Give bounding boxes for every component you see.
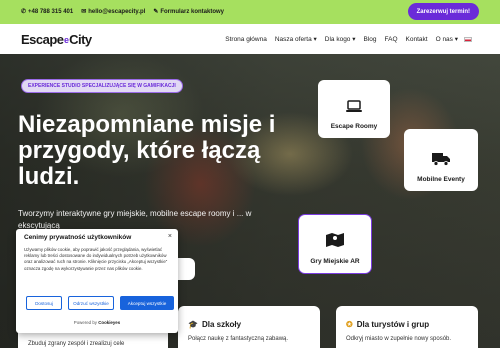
close-icon[interactable]: × <box>168 233 172 240</box>
audience-card-title-text: Dla szkoły <box>201 320 242 329</box>
contact-form-link[interactable]: ✎ Formularz kontaktowy <box>153 8 224 16</box>
map-icon <box>326 233 344 247</box>
accept-all-button[interactable]: Akceptuj wszystkie <box>120 296 174 310</box>
polish-flag-icon[interactable] <box>464 36 472 42</box>
logo-text-left: Escape <box>21 32 64 47</box>
audience-card-schools[interactable]: 🎓 Dla szkoły Połącz naukę z fantastyczną… <box>178 306 320 348</box>
phone-text: +48 788 315 401 <box>28 9 74 15</box>
logo-text-right: City <box>69 32 92 47</box>
powered-by-prefix: Powered by <box>73 320 97 325</box>
graduation-cap-icon: 🎓 <box>188 320 198 329</box>
nav-item-about[interactable]: O nas ▾ <box>436 35 458 43</box>
audience-card-desc: Zbuduj zgrany zespół i zrealizuj cele <box>28 341 125 347</box>
phone-link[interactable]: ✆ +48 788 315 401 <box>21 8 74 16</box>
contact-form-text: Formularz kontaktowy <box>160 9 224 15</box>
nav-item-home[interactable]: Strona główna <box>225 36 267 43</box>
hero-tag: EXPERIENCE STUDIO SPECJALIZUJĄCE SIĘ W G… <box>21 79 183 93</box>
nav-item-label: Dla kogo <box>324 36 351 43</box>
chevron-down-icon: ▾ <box>313 36 317 43</box>
cookie-title: Cenimy prywatność użytkowników <box>24 234 132 241</box>
feature-card-ar-games[interactable]: Gry Miejskie AR <box>299 215 371 273</box>
nav-item-label: Blog <box>363 35 377 43</box>
email-text: hello@escapecity.pl <box>88 9 146 15</box>
nav-item-label: O nas <box>435 36 453 43</box>
top-bar: ✆ +48 788 315 401 ✉ hello@escapecity.pl … <box>0 0 500 24</box>
form-icon: ✎ <box>153 8 159 15</box>
nav-item-for-whom[interactable]: Dla kogo ▾ <box>325 35 356 43</box>
chevron-down-icon: ▾ <box>352 36 356 43</box>
truck-icon <box>432 153 450 166</box>
nav-item-contact[interactable]: Kontakt <box>406 36 428 43</box>
laptop-icon <box>346 100 362 112</box>
audience-card-desc: Połącz naukę z fantastyczną zabawą. <box>188 336 289 342</box>
audience-card-title-text: Dla turystów i grup <box>356 320 430 329</box>
nav-item-blog[interactable]: Blog <box>364 36 377 43</box>
audience-card-title: ✪ Dla turystów i grup <box>346 320 468 329</box>
cookieyes-logo[interactable]: Cookieyes <box>98 320 120 325</box>
nav-menu: Strona główna Nasza oferta ▾ Dla kogo ▾ … <box>217 24 472 54</box>
cookie-body: Używamy plików cookie, aby poprawić jako… <box>24 247 168 271</box>
chevron-down-icon: ▾ <box>454 36 458 43</box>
feature-label: Gry Miejskie AR <box>310 258 360 265</box>
reject-all-button[interactable]: Odrzuć wszystkie <box>68 296 114 310</box>
cookie-consent-dialog: Cenimy prywatność użytkowników × Używamy… <box>16 229 178 333</box>
email-link[interactable]: ✉ hello@escapecity.pl <box>81 8 146 16</box>
cookie-buttons: Dostosuj Odrzuć wszystkie Akceptuj wszys… <box>26 296 174 310</box>
compass-icon: ✪ <box>346 320 353 329</box>
logo[interactable]: Escape e City <box>21 32 92 47</box>
page: ✆ +48 788 315 401 ✉ hello@escapecity.pl … <box>0 0 500 348</box>
hero-headline: Niezapomniane misje i przygody, które łą… <box>18 111 276 190</box>
feature-card-escape-rooms[interactable]: Escape Roomy <box>318 80 390 138</box>
nav-item-offer[interactable]: Nasza oferta ▾ <box>275 35 317 43</box>
powered-by: Powered by Cookieyes <box>16 320 178 325</box>
audience-card-title: 🎓 Dla szkoły <box>188 320 310 329</box>
nav-item-label: Strona główna <box>225 35 267 43</box>
mail-icon: ✉ <box>81 8 87 15</box>
audience-card-desc: Odkryj miasto w zupełnie nowy sposób. <box>346 336 452 342</box>
customize-button[interactable]: Dostosuj <box>26 296 62 310</box>
book-button[interactable]: Zarezerwuj termin! <box>407 3 479 20</box>
phone-icon: ✆ <box>21 8 27 15</box>
audience-card-tourists[interactable]: ✪ Dla turystów i grup Odkryj miasto w zu… <box>336 306 478 348</box>
feature-label: Mobilne Eventy <box>417 176 465 183</box>
nav-item-label: Kontakt <box>405 35 428 43</box>
logo-text-mid: e <box>64 34 69 45</box>
nav-item-label: Nasza oferta <box>274 36 312 43</box>
feature-card-mobile-events[interactable]: Mobilne Eventy <box>404 129 478 191</box>
feature-label: Escape Roomy <box>330 123 378 130</box>
nav-item-faq[interactable]: FAQ <box>385 36 398 43</box>
nav-item-label: FAQ <box>384 35 398 43</box>
main-nav: Escape e City Strona główna Nasza oferta… <box>0 24 500 54</box>
